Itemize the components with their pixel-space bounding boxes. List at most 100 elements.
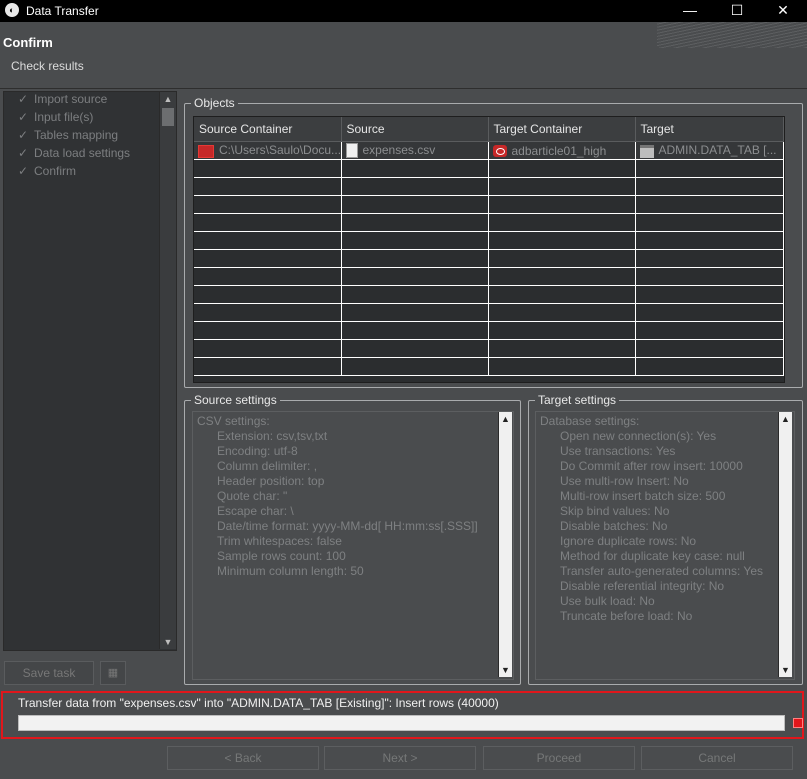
column-header-source-container[interactable]: Source Container bbox=[194, 117, 342, 142]
source-settings-scrollbar[interactable]: ▲ ▼ bbox=[498, 412, 512, 677]
wizard-steps-panel: ✓ Import source ✓ Input file(s) ✓ Tables ma… bbox=[3, 91, 177, 651]
scroll-up-icon[interactable]: ▲ bbox=[160, 92, 176, 106]
table-row[interactable]: C:\Users\Saulo\Docu... expenses.csv adba… bbox=[194, 141, 784, 160]
scroll-down-icon[interactable]: ▼ bbox=[499, 663, 512, 677]
table-row bbox=[194, 159, 784, 178]
wizard-header: Confirm Check results bbox=[0, 22, 807, 89]
setting-line: Escape char: \ bbox=[217, 504, 294, 518]
transfer-status-text: Transfer data from "expenses.csv" into "… bbox=[18, 696, 499, 710]
setting-line: Encoding: utf-8 bbox=[217, 444, 298, 458]
scroll-down-icon[interactable]: ▼ bbox=[160, 635, 176, 649]
setting-line: Extension: csv,tsv,txt bbox=[217, 429, 328, 443]
transfer-progress-bar bbox=[18, 715, 785, 731]
table-row bbox=[194, 213, 784, 232]
check-icon: ✓ bbox=[18, 164, 29, 178]
objects-legend: Objects bbox=[191, 96, 238, 110]
setting-line: Do Commit after row insert: 10000 bbox=[560, 459, 743, 473]
table-row bbox=[194, 321, 784, 340]
setting-line: Ignore duplicate rows: No bbox=[560, 534, 697, 548]
check-icon: ✓ bbox=[18, 146, 29, 160]
step-import-source[interactable]: ✓ Import source bbox=[18, 92, 107, 110]
transfer-status-panel: Transfer data from "expenses.csv" into "… bbox=[1, 691, 804, 739]
page-subtitle: Check results bbox=[11, 59, 84, 73]
table-icon bbox=[639, 144, 654, 158]
oracle-db-icon bbox=[492, 145, 507, 158]
step-label: Import source bbox=[34, 92, 108, 106]
table-row bbox=[194, 357, 784, 376]
step-label: Data load settings bbox=[34, 146, 131, 160]
setting-line: Disable batches: No bbox=[560, 519, 668, 533]
column-header-target[interactable]: Target bbox=[635, 117, 784, 142]
check-icon: ✓ bbox=[18, 92, 29, 106]
step-confirm[interactable]: ✓ Confirm bbox=[18, 164, 76, 182]
page-title: Confirm bbox=[3, 35, 53, 50]
check-icon: ✓ bbox=[18, 128, 29, 142]
target-settings-legend: Target settings bbox=[535, 393, 620, 407]
folder-icon bbox=[198, 144, 214, 158]
setting-line: Use multi-row Insert: No bbox=[560, 474, 689, 488]
close-button[interactable]: ✕ bbox=[760, 0, 806, 22]
setting-line: Skip bind values: No bbox=[560, 504, 670, 518]
step-input-files[interactable]: ✓ Input file(s) bbox=[18, 110, 93, 128]
minimize-button[interactable]: — bbox=[667, 0, 713, 22]
step-data-load-settings[interactable]: ✓ Data load settings bbox=[18, 146, 130, 164]
setting-line: Column delimiter: , bbox=[217, 459, 318, 473]
setting-line: Disable referential integrity: No bbox=[560, 579, 725, 593]
save-task-button[interactable]: Save task bbox=[4, 661, 94, 685]
setting-line: Quote char: " bbox=[217, 489, 288, 503]
column-header-source[interactable]: Source bbox=[341, 117, 489, 142]
stop-icon[interactable] bbox=[793, 718, 803, 728]
target-container-cell: adbarticle01_high bbox=[488, 141, 636, 160]
table-header-row: Source Container Source Target Container… bbox=[194, 117, 784, 142]
next-button[interactable]: Next > bbox=[324, 746, 476, 770]
setting-line: Use bulk load: No bbox=[560, 594, 655, 608]
step-tables-mapping[interactable]: ✓ Tables mapping bbox=[18, 128, 118, 146]
scroll-down-icon[interactable]: ▼ bbox=[779, 663, 792, 677]
setting-line: Use transactions: Yes bbox=[560, 444, 676, 458]
source-cell: expenses.csv bbox=[341, 141, 489, 160]
check-icon: ✓ bbox=[18, 110, 29, 124]
window-titlebar: ◐ Data Transfer — ☐ ✕ bbox=[0, 0, 807, 22]
window-title: Data Transfer bbox=[26, 4, 99, 18]
app-logo-icon: ◐ bbox=[5, 3, 19, 17]
table-row bbox=[194, 285, 784, 304]
csv-file-icon bbox=[345, 143, 358, 159]
target-settings-scrollbar[interactable]: ▲ ▼ bbox=[778, 412, 792, 677]
setting-line: Method for duplicate key case: null bbox=[560, 549, 745, 563]
calendar-icon: ▦ bbox=[107, 667, 119, 679]
source-container-cell: C:\Users\Saulo\Docu... bbox=[194, 141, 342, 160]
table-row bbox=[194, 339, 784, 358]
step-label: Tables mapping bbox=[34, 128, 119, 142]
setting-line: Trim whitespaces: false bbox=[217, 534, 342, 548]
setting-line: Header position: top bbox=[217, 474, 325, 488]
source-settings-legend: Source settings bbox=[191, 393, 280, 407]
back-button[interactable]: < Back bbox=[167, 746, 319, 770]
setting-line: Open new connection(s): Yes bbox=[560, 429, 717, 443]
setting-line: Sample rows count: 100 bbox=[217, 549, 346, 563]
steps-scrollbar[interactable]: ▲ ▼ bbox=[159, 92, 176, 649]
maximize-button[interactable]: ☐ bbox=[714, 0, 760, 22]
cancel-button[interactable]: Cancel bbox=[641, 746, 793, 770]
setting-line: Truncate before load: No bbox=[560, 609, 693, 623]
setting-line: Transfer auto-generated columns: Yes bbox=[560, 564, 764, 578]
task-config-button[interactable]: ▦ bbox=[100, 661, 126, 685]
step-label: Confirm bbox=[34, 164, 77, 178]
table-row bbox=[194, 231, 784, 250]
proceed-button[interactable]: Proceed bbox=[483, 746, 635, 770]
table-row bbox=[194, 303, 784, 322]
scroll-up-icon[interactable]: ▲ bbox=[499, 412, 512, 426]
table-row bbox=[194, 177, 784, 196]
source-settings-heading: CSV settings: bbox=[197, 414, 270, 428]
scroll-thumb[interactable] bbox=[162, 108, 174, 126]
table-row bbox=[194, 195, 784, 214]
setting-line: Minimum column length: 50 bbox=[217, 564, 364, 578]
objects-table[interactable]: Source Container Source Target Container… bbox=[193, 116, 785, 383]
table-row bbox=[194, 267, 784, 286]
header-decoration bbox=[657, 22, 807, 48]
target-cell: ADMIN.DATA_TAB [... bbox=[635, 141, 784, 160]
setting-line: Date/time format: yyyy-MM-dd[ HH:mm:ss[.… bbox=[217, 519, 478, 533]
target-settings-content: Database settings: Open new connection(s… bbox=[540, 414, 763, 624]
column-header-target-container[interactable]: Target Container bbox=[488, 117, 636, 142]
scroll-up-icon[interactable]: ▲ bbox=[779, 412, 792, 426]
target-settings-heading: Database settings: bbox=[540, 414, 640, 428]
